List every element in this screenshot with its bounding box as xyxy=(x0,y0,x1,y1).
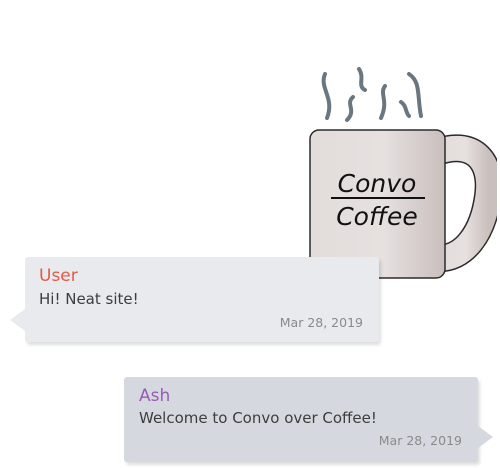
message-timestamp: Mar 28, 2019 xyxy=(378,433,462,448)
steam-icon xyxy=(321,67,423,122)
message-author: Ash xyxy=(139,386,171,406)
bubble-tail xyxy=(478,426,493,448)
logo-line2: Coffee xyxy=(336,202,418,231)
message-text: Hi! Neat site! xyxy=(39,290,139,308)
logo-line1: Convo xyxy=(338,169,417,198)
convo-coffee-mug-logo: Convo Coffee xyxy=(309,67,497,279)
message-author: User xyxy=(39,266,78,286)
message-text: Welcome to Convo over Coffee! xyxy=(139,409,377,427)
bubble-tail xyxy=(10,309,25,331)
chat-message-ash: Ash Welcome to Convo over Coffee! Mar 28… xyxy=(124,377,493,462)
message-timestamp: Mar 28, 2019 xyxy=(279,315,363,330)
chat-message-user: User Hi! Neat site! Mar 28, 2019 xyxy=(10,257,379,342)
